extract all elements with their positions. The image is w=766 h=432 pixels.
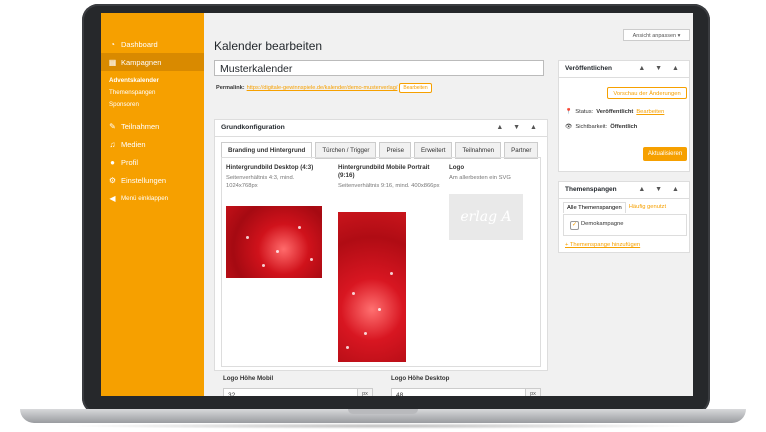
status-label: Status: xyxy=(575,109,594,115)
permalink-row: Permalink: https://digitale-gewinnspiele… xyxy=(216,83,432,93)
mobile-background-image[interactable] xyxy=(338,212,406,362)
screen-options-button[interactable]: Ansicht anpassen ▾ xyxy=(623,29,690,41)
logo-watermark: erlag A xyxy=(460,209,512,225)
box-header[interactable]: Veröffentlichen ▲ ▼ ▲ xyxy=(559,61,689,78)
status-edit-link[interactable]: Bearbeiten xyxy=(636,109,664,115)
desktop-background-image[interactable] xyxy=(226,206,322,278)
logo-field: Logo Am allerbesten ein SVG xyxy=(449,164,539,182)
admin-sidebar: ◔ Dashboard ▦ Kampagnen Adventskalender … xyxy=(101,13,204,396)
laptop-shadow xyxy=(60,423,706,429)
main-content: Kalender bearbeiten Musterkalender Perma… xyxy=(211,13,548,396)
visibility-value: Öffentlich xyxy=(610,124,638,130)
grundkonfiguration-box: Grundkonfiguration ▲ ▼ ▲ Branding und Hi… xyxy=(214,119,548,371)
field-description: Seitenverhältnis 9:16, mind. 400x866px xyxy=(338,183,440,189)
sidebar-item-dashboard[interactable]: ◔ Dashboard xyxy=(101,35,204,53)
sidebar-item-einstellungen[interactable]: ⚙ Einstellungen xyxy=(101,171,204,189)
sidebar-item-label: Profil xyxy=(121,157,139,167)
preview-changes-button[interactable]: Vorschau der Änderungen xyxy=(607,87,687,99)
unit-label: px xyxy=(357,389,372,396)
page-title: Kalender bearbeiten xyxy=(214,39,323,53)
sidebar-subitem-themenspangen[interactable]: Themenspangen xyxy=(101,87,204,99)
update-button[interactable]: Aktualisieren xyxy=(643,147,687,161)
field-description: Seitenverhältnis 4:3, mind. 1024x768px xyxy=(226,175,295,189)
title-input[interactable]: Musterkalender xyxy=(214,60,544,76)
sidebar-item-kampagnen[interactable]: ▦ Kampagnen xyxy=(101,53,204,71)
sidebar-item-label: Kampagnen xyxy=(121,57,162,67)
terms-tabs: Alle Themenspangen Häufig genutzt xyxy=(563,202,669,213)
desktop-background-field: Hintergrundbild Desktop (4:3) Seitenverh… xyxy=(226,164,326,190)
sidebar-item-label: Einstellungen xyxy=(121,175,167,185)
tab-popular-terms[interactable]: Häufig genutzt xyxy=(626,202,669,213)
field-heading: Hintergrundbild Desktop (4:3) xyxy=(226,164,314,171)
tab-all-terms[interactable]: Alle Themenspangen xyxy=(563,202,626,213)
sidebar-item-label: Teilnahmen xyxy=(121,121,160,131)
box-title: Themenspangen xyxy=(565,186,617,193)
sidebar-item-label: Medien xyxy=(121,139,146,149)
logo-mobile-label: Logo Höhe Mobil xyxy=(223,375,274,382)
box-header[interactable]: Themenspangen ▲ ▼ ▲ xyxy=(559,182,689,199)
sidebar-subitem-adventskalender[interactable]: Adventskalender xyxy=(101,75,204,87)
box-controls[interactable]: ▲ ▼ ▲ xyxy=(638,182,683,198)
input-value: 48 xyxy=(396,392,404,396)
eye-icon: 👁 xyxy=(565,124,573,130)
terms-list: ✓ Demokampagne xyxy=(563,214,687,236)
box-controls[interactable]: ▲ ▼ ▲ xyxy=(496,120,541,136)
media-icon: ♫ xyxy=(109,139,116,149)
sidebar-item-label: Menü einklappen xyxy=(121,194,169,202)
tab-panel-branding: Hintergrundbild Desktop (4:3) Seitenverh… xyxy=(221,157,541,367)
calendar-icon: ▦ xyxy=(108,57,117,67)
sidebar-item-profil[interactable]: ● Profil xyxy=(101,153,204,171)
visibility-row: 👁 Sichtbarkeit: Öffentlich xyxy=(565,124,637,130)
box-title: Veröffentlichen xyxy=(565,65,612,72)
field-heading: Logo xyxy=(449,164,465,171)
users-icon: ✎ xyxy=(109,121,116,131)
logo-desktop-label: Logo Höhe Desktop xyxy=(391,375,450,382)
collapse-icon: ◀ xyxy=(109,193,116,203)
term-checkbox[interactable]: ✓ xyxy=(570,221,579,230)
permalink-edit-button[interactable]: Bearbeiten xyxy=(399,83,432,93)
sidebar-item-label: Dashboard xyxy=(121,39,158,49)
screen: ◔ Dashboard ▦ Kampagnen Adventskalender … xyxy=(101,13,693,396)
visibility-label: Sichtbarkeit: xyxy=(575,124,608,130)
permalink-link[interactable]: https://digitale-gewinnspiele.de/kalende… xyxy=(247,85,398,91)
status-value: Veröffentlicht xyxy=(596,109,634,115)
unit-label: px xyxy=(525,389,540,396)
sidebar-item-collapse[interactable]: ◀ Menü einklappen xyxy=(101,189,204,207)
box-header[interactable]: Grundkonfiguration ▲ ▼ ▲ xyxy=(215,120,547,137)
publish-box: Veröffentlichen ▲ ▼ ▲ Vorschau der Änder… xyxy=(558,60,690,172)
laptop-base-notch xyxy=(348,409,418,414)
mobile-background-field: Hintergrundbild Mobile Portrait (9:16) S… xyxy=(338,164,442,190)
dashboard-icon: ◔ xyxy=(110,39,115,49)
pin-icon: 📍 xyxy=(565,109,573,115)
profile-icon: ● xyxy=(110,157,115,167)
box-title: Grundkonfiguration xyxy=(221,124,285,131)
box-controls[interactable]: ▲ ▼ ▲ xyxy=(638,61,683,77)
logo-desktop-input[interactable]: 48 px xyxy=(391,388,541,396)
sidebar-item-medien[interactable]: ♫ Medien xyxy=(101,135,204,153)
add-term-link[interactable]: + Themenspange hinzufügen xyxy=(565,242,640,248)
themenspangen-box: Themenspangen ▲ ▼ ▲ Alle Themenspangen H… xyxy=(558,181,690,253)
logo-mobile-input[interactable]: 32 px xyxy=(223,388,373,396)
field-heading: Hintergrundbild Mobile Portrait (9:16) xyxy=(338,164,430,179)
settings-icon: ⚙ xyxy=(108,175,117,185)
status-row: 📍 Status: Veröffentlicht Bearbeiten xyxy=(565,109,664,115)
field-description: Am allerbesten ein SVG xyxy=(449,175,511,181)
term-label: Demokampagne xyxy=(581,221,624,227)
input-value: 32 xyxy=(228,392,236,396)
sidebar-item-teilnahmen[interactable]: ✎ Teilnahmen xyxy=(101,117,204,135)
permalink-label: Permalink: xyxy=(216,85,245,91)
logo-image[interactable]: erlag A xyxy=(449,194,523,240)
sidebar-subitem-sponsoren[interactable]: Sponsoren xyxy=(101,99,204,111)
